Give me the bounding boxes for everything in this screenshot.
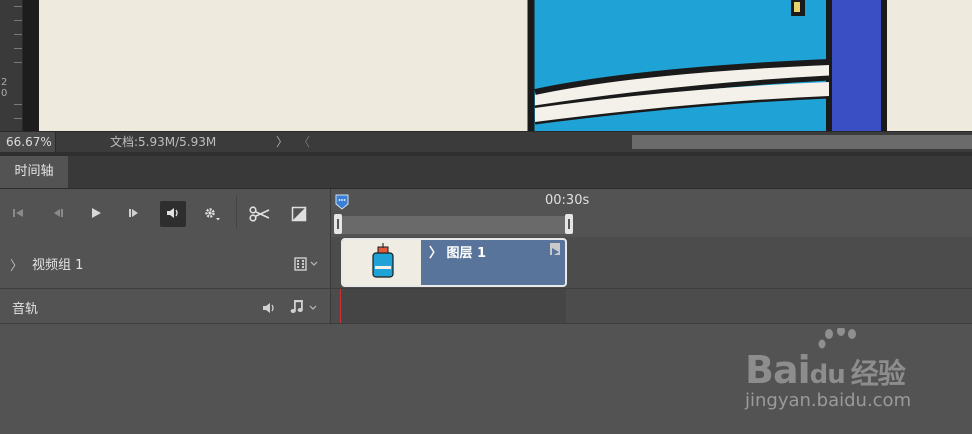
film-strip-icon bbox=[294, 257, 318, 271]
time-ruler-label: 00:30s bbox=[545, 193, 590, 208]
split-at-playhead-button[interactable] bbox=[247, 201, 273, 227]
film-strip-menu-button[interactable] bbox=[294, 256, 320, 275]
speaker-icon bbox=[167, 208, 178, 218]
horizontal-scrollbar-track[interactable] bbox=[310, 136, 630, 148]
transition-button[interactable] bbox=[286, 201, 312, 227]
horizontal-scrollbar-thumb[interactable] bbox=[632, 135, 972, 149]
panel-tab-bar: 时间轴 bbox=[0, 156, 972, 189]
clip-label: 〉 图层 1 bbox=[429, 246, 487, 261]
clip-options-arrow[interactable] bbox=[550, 243, 560, 256]
document-size-info: 文档:5.93M/5.93M bbox=[110, 135, 217, 149]
track-header-video-group[interactable]: 〉 视频组 1 bbox=[0, 237, 330, 289]
audio-track-lane[interactable] bbox=[331, 289, 972, 324]
canvas-pasteboard bbox=[23, 0, 39, 131]
zoom-level-field[interactable]: 66.67% bbox=[0, 132, 56, 152]
work-area-end-handle[interactable] bbox=[565, 214, 573, 234]
watermark-brand2: du bbox=[809, 360, 846, 390]
time-ruler[interactable]: 00:30s bbox=[331, 189, 972, 238]
image-illustration bbox=[39, 0, 972, 131]
status-expand-arrow[interactable]: 〉 bbox=[276, 132, 288, 152]
step-forward-icon bbox=[129, 209, 138, 217]
audio-toggle-button[interactable] bbox=[160, 201, 186, 227]
video-track-lane[interactable]: 〉 图层 1 bbox=[331, 237, 972, 289]
audio-menu-button[interactable] bbox=[290, 299, 320, 319]
ruler-label: 0 bbox=[1, 88, 8, 99]
controls-divider bbox=[236, 195, 237, 229]
watermark-brand: Bai bbox=[745, 348, 811, 392]
layer-clip[interactable]: 〉 图层 1 bbox=[341, 238, 567, 287]
step-back-icon bbox=[54, 209, 63, 217]
clip-thumbnail bbox=[343, 240, 421, 285]
tab-timeline[interactable]: 时间轴 bbox=[0, 156, 68, 188]
playhead-line bbox=[340, 289, 341, 323]
scissors-icon bbox=[249, 206, 270, 222]
scroll-left-arrow[interactable]: 〈 bbox=[298, 132, 310, 152]
transition-icon bbox=[291, 206, 307, 222]
track-header-audio[interactable]: 音轨 bbox=[0, 289, 330, 324]
next-frame-button[interactable] bbox=[122, 201, 148, 227]
audio-track-range bbox=[340, 289, 566, 323]
triangle-right-icon bbox=[552, 248, 559, 256]
audio-track-label: 音轨 bbox=[12, 302, 39, 317]
watermark-url: jingyan.baidu.com bbox=[745, 390, 912, 411]
music-note-icon bbox=[290, 300, 317, 313]
work-area-start-handle[interactable] bbox=[334, 214, 342, 234]
expand-video-group-chevron[interactable]: 〉 bbox=[10, 255, 23, 274]
timeline-controls bbox=[0, 189, 330, 238]
skip-start-icon bbox=[13, 209, 23, 217]
status-bar: 66.67% 文档:5.93M/5.93M 〉 〈 bbox=[0, 131, 972, 153]
play-button[interactable] bbox=[83, 201, 109, 227]
previous-frame-button[interactable] bbox=[44, 201, 70, 227]
document-image[interactable] bbox=[39, 0, 972, 131]
clip-thumbnail-image bbox=[343, 240, 421, 285]
speaker-icon bbox=[263, 303, 274, 313]
video-group-label: 视频组 1 bbox=[32, 258, 84, 273]
document-canvas-area[interactable]: 2 0 bbox=[0, 0, 972, 131]
ruler-label: 2 bbox=[1, 77, 8, 88]
vertical-ruler: 2 0 bbox=[0, 0, 23, 131]
go-to-first-frame-button[interactable] bbox=[5, 201, 31, 227]
playhead-marker-icon[interactable] bbox=[335, 194, 349, 210]
play-icon bbox=[92, 208, 101, 218]
settings-button[interactable] bbox=[199, 201, 225, 227]
audio-mute-button[interactable] bbox=[262, 300, 280, 319]
watermark-cn: 经验 bbox=[850, 357, 906, 390]
gear-icon bbox=[205, 208, 220, 221]
baidu-jingyan-watermark: Baidu 经验 jingyan.baidu.com bbox=[745, 326, 955, 418]
work-area-bar[interactable] bbox=[334, 214, 573, 234]
